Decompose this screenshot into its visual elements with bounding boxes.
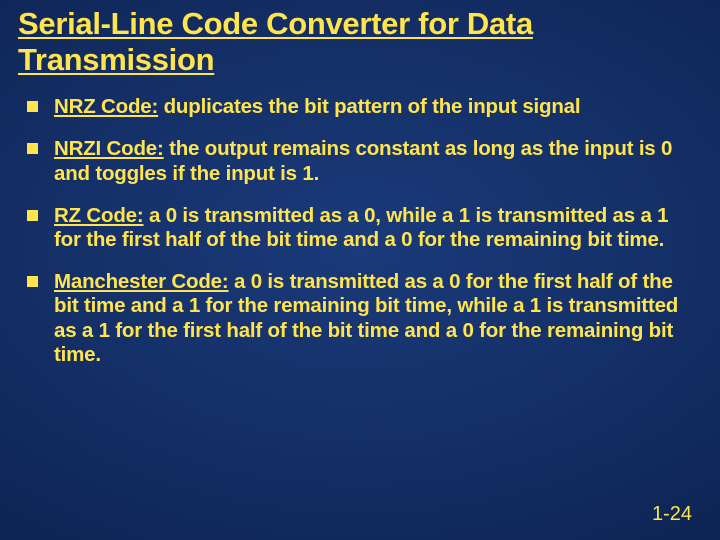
bullet-term: Manchester Code:: [54, 270, 229, 293]
list-item: NRZI Code: the output remains constant a…: [24, 137, 694, 185]
square-bullet-icon: [27, 101, 38, 112]
list-item: RZ Code: a 0 is transmitted as a 0, whil…: [24, 204, 694, 252]
square-bullet-icon: [27, 143, 38, 154]
bullet-text: duplicates the bit pattern of the input …: [158, 95, 580, 118]
slide-title: Serial-Line Code Converter for Data Tran…: [18, 6, 702, 77]
bullet-term: NRZI Code:: [54, 137, 164, 160]
slide: Serial-Line Code Converter for Data Tran…: [0, 0, 720, 540]
page-number: 1-24: [652, 503, 692, 526]
list-item: NRZ Code: duplicates the bit pattern of …: [24, 95, 694, 119]
square-bullet-icon: [27, 210, 38, 221]
bullet-list: NRZ Code: duplicates the bit pattern of …: [24, 95, 694, 367]
bullet-text: a 0 is transmitted as a 0, while a 1 is …: [54, 204, 668, 251]
list-item: Manchester Code: a 0 is transmitted as a…: [24, 270, 694, 367]
square-bullet-icon: [27, 276, 38, 287]
bullet-term: RZ Code:: [54, 204, 144, 227]
bullet-term: NRZ Code:: [54, 95, 158, 118]
